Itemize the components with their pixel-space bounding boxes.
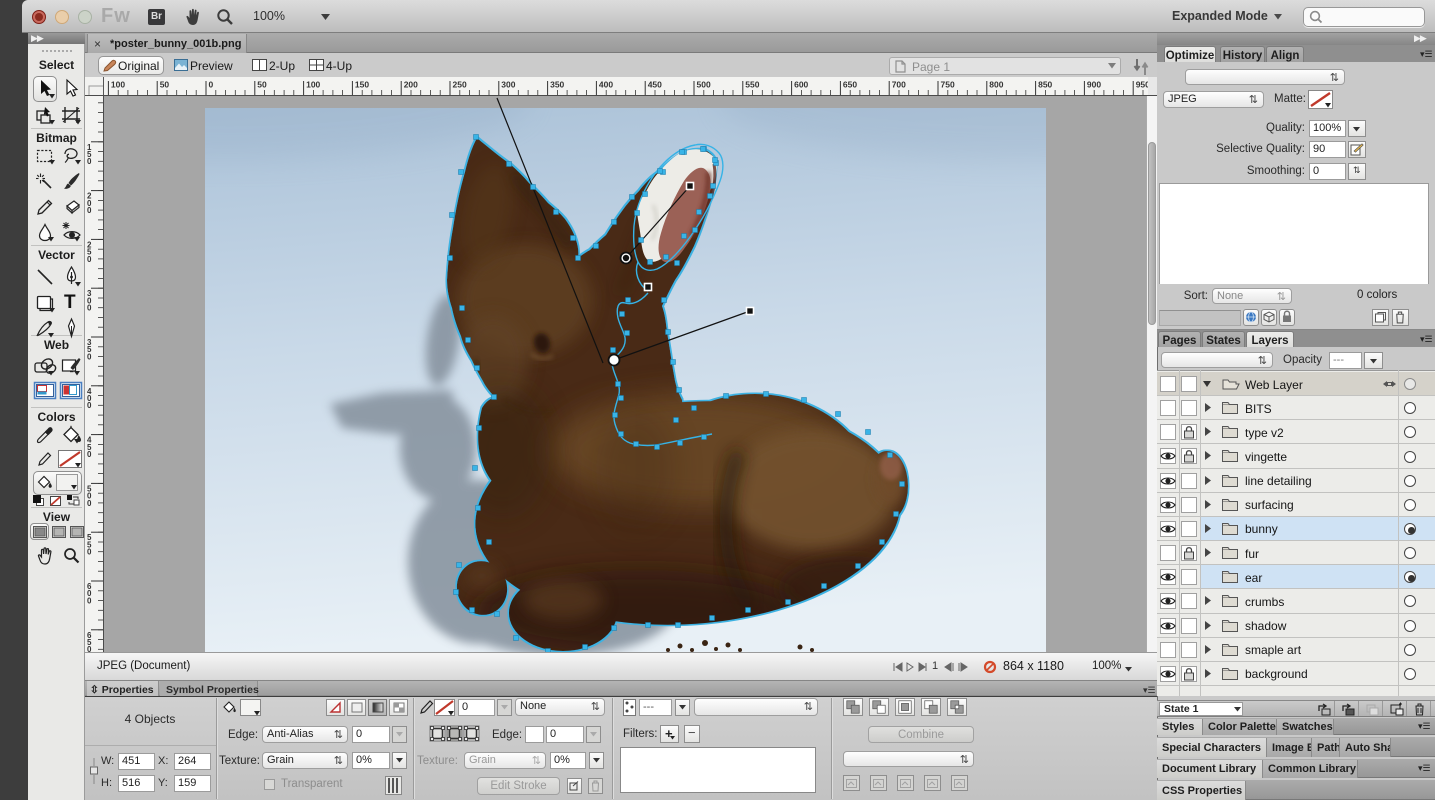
- svg-text:400: 400: [599, 80, 613, 90]
- svg-text:0: 0: [87, 645, 92, 652]
- svg-text:200: 200: [404, 80, 418, 90]
- svg-text:500: 500: [697, 80, 711, 90]
- svg-text:0: 0: [87, 255, 92, 264]
- svg-text:350: 350: [550, 80, 564, 90]
- svg-text:650: 650: [843, 80, 857, 90]
- svg-text:0: 0: [87, 401, 92, 410]
- svg-text:0: 0: [87, 157, 92, 166]
- svg-text:250: 250: [453, 80, 467, 90]
- svg-text:0: 0: [87, 499, 92, 508]
- svg-text:50: 50: [160, 80, 170, 90]
- svg-text:0: 0: [87, 352, 92, 361]
- svg-text:550: 550: [745, 80, 759, 90]
- svg-text:50: 50: [257, 80, 267, 90]
- svg-text:100: 100: [306, 80, 320, 90]
- svg-text:600: 600: [794, 80, 808, 90]
- svg-text:0: 0: [209, 80, 214, 90]
- svg-text:0: 0: [87, 596, 92, 605]
- svg-text:750: 750: [941, 80, 955, 90]
- svg-text:150: 150: [355, 80, 369, 90]
- svg-text:800: 800: [989, 80, 1003, 90]
- svg-text:900: 900: [1087, 80, 1101, 90]
- svg-text:700: 700: [892, 80, 906, 90]
- svg-text:0: 0: [87, 206, 92, 215]
- svg-text:950: 950: [1136, 80, 1148, 90]
- svg-text:100: 100: [111, 80, 125, 90]
- svg-text:300: 300: [501, 80, 515, 90]
- svg-text:850: 850: [1038, 80, 1052, 90]
- svg-text:0: 0: [87, 450, 92, 459]
- svg-text:0: 0: [87, 548, 92, 557]
- svg-text:450: 450: [648, 80, 662, 90]
- svg-text:0: 0: [87, 304, 92, 313]
